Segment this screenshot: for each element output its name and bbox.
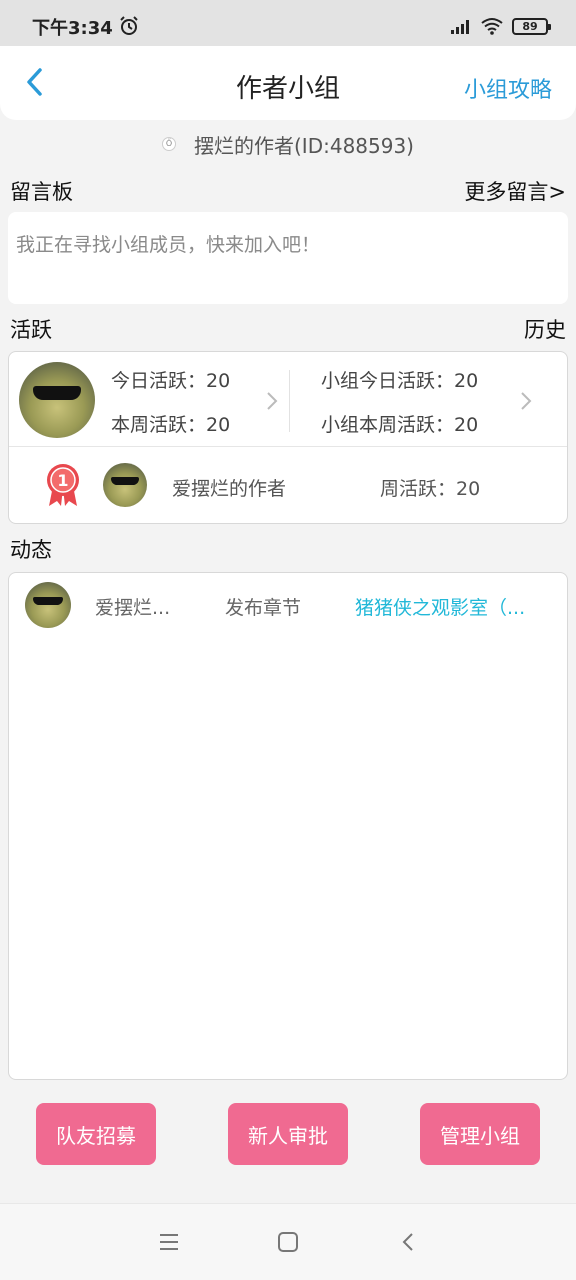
history-link[interactable]: 历史	[524, 314, 566, 344]
home-square-icon[interactable]	[276, 1230, 300, 1254]
list-item[interactable]: 爱摆烂... 发布章节 猪猪侠之观影室（...	[9, 573, 567, 637]
activity-title: 活跃	[10, 318, 52, 342]
author-info: Ő 摆烂的作者(ID:488593)	[0, 130, 576, 158]
app-header: 作者小组 小组攻略	[0, 46, 576, 120]
rank-week-active: 周活跃：20	[380, 478, 481, 500]
manage-group-button[interactable]: 管理小组	[420, 1103, 540, 1165]
activity-header: 活跃 历史	[10, 314, 566, 344]
wifi-icon	[481, 18, 503, 35]
activity-card: 今日活跃：20 本周活跃：20 小组今日活跃：20 小组本周活跃：20 1 爱摆…	[8, 351, 568, 524]
rank-medal-icon: 1	[47, 464, 79, 506]
message-board-text: 我正在寻找小组成员，快来加入吧！	[16, 234, 321, 256]
message-board-title: 留言板	[10, 180, 73, 204]
feed-target-link[interactable]: 猪猪侠之观影室（...	[355, 593, 555, 620]
avatar[interactable]	[25, 582, 71, 628]
message-board-header: 留言板 更多留言>	[10, 176, 566, 206]
feed-title: 动态	[10, 538, 52, 562]
divider	[9, 446, 567, 447]
author-id-text: 摆烂的作者(ID:488593)	[194, 133, 414, 158]
group-guide-link[interactable]: 小组攻略	[464, 72, 552, 104]
status-bar: 下午3:34 89	[0, 0, 576, 46]
signal-icon	[451, 20, 469, 34]
message-board[interactable]: 我正在寻找小组成员，快来加入吧！	[8, 212, 568, 304]
feed-list: 爱摆烂... 发布章节 猪猪侠之观影室（...	[8, 572, 568, 1080]
group-week-active: 小组本周活跃：20	[321, 414, 479, 436]
week-active: 本周活跃：20	[111, 414, 231, 436]
group-today-active: 小组今日活跃：20	[321, 370, 479, 392]
rank-number: 1	[57, 471, 68, 490]
system-nav-bar	[0, 1203, 576, 1280]
chevron-right-icon[interactable]	[519, 390, 533, 412]
avatar[interactable]	[103, 463, 147, 507]
avatar[interactable]	[19, 362, 95, 438]
menu-icon[interactable]	[157, 1230, 181, 1254]
feed-header: 动态	[10, 534, 566, 564]
alarm-clock-icon	[120, 16, 138, 35]
divider	[289, 370, 290, 432]
rank-user-name: 爱摆烂的作者	[172, 478, 287, 500]
chevron-right-icon[interactable]	[265, 390, 279, 412]
feed-action: 发布章节	[225, 597, 302, 619]
battery-level: 89	[522, 19, 538, 33]
status-time: 下午3:34	[32, 18, 113, 39]
back-icon[interactable]	[397, 1230, 421, 1254]
more-messages-link[interactable]: 更多留言>	[464, 176, 566, 206]
feed-user: 爱摆烂...	[95, 597, 171, 619]
today-active: 今日活跃：20	[111, 370, 231, 392]
battery-icon: 89	[512, 17, 551, 35]
recruit-button[interactable]: 队友招募	[36, 1103, 156, 1165]
approve-button[interactable]: 新人审批	[228, 1103, 348, 1165]
author-badge-icon: Ő	[162, 137, 176, 151]
